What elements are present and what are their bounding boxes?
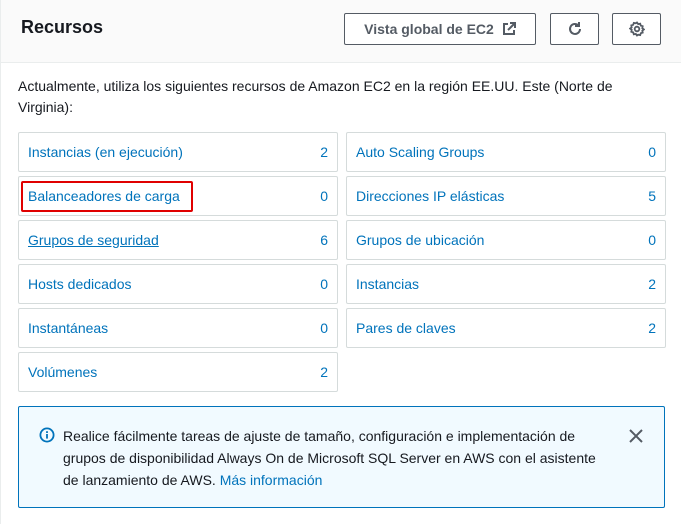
info-alert: Realice fácilmente tareas de ajuste de t… xyxy=(18,406,665,508)
gear-icon xyxy=(628,21,645,37)
resource-label[interactable]: Hosts dedicados xyxy=(28,276,132,292)
resource-label[interactable]: Direcciones IP elásticas xyxy=(356,188,504,204)
learn-more-link[interactable]: Más información xyxy=(220,472,323,488)
panel-header: Recursos Vista global de EC2 xyxy=(1,0,681,63)
resource-card-key-pairs[interactable]: Pares de claves 2 xyxy=(346,308,666,348)
resource-label[interactable]: Auto Scaling Groups xyxy=(356,144,484,160)
resource-card-dedicated-hosts[interactable]: Hosts dedicados 0 xyxy=(18,264,338,304)
resource-count[interactable]: 0 xyxy=(648,232,656,248)
resource-card-volumes[interactable]: Volúmenes 2 xyxy=(18,352,338,392)
resource-label[interactable]: Instancias xyxy=(356,276,419,292)
resource-count[interactable]: 2 xyxy=(320,364,328,380)
ec2-global-view-label: Vista global de EC2 xyxy=(364,21,494,37)
resource-count[interactable]: 2 xyxy=(320,144,328,160)
resource-label[interactable]: Instancias (en ejecución) xyxy=(28,144,183,160)
info-text-block: Realice fácilmente tareas de ajuste de t… xyxy=(63,425,603,491)
ec2-global-view-button[interactable]: Vista global de EC2 xyxy=(344,13,536,45)
resource-count[interactable]: 0 xyxy=(320,188,328,204)
resource-label[interactable]: Instantáneas xyxy=(28,320,108,336)
close-icon[interactable] xyxy=(627,427,645,445)
resource-card-instances-running[interactable]: Instancias (en ejecución) 2 xyxy=(18,132,338,172)
refresh-button[interactable] xyxy=(550,13,599,45)
resource-card-placement-groups[interactable]: Grupos de ubicación 0 xyxy=(346,220,666,260)
external-link-icon xyxy=(502,22,516,36)
settings-button[interactable] xyxy=(612,13,661,45)
resource-label[interactable]: Grupos de seguridad xyxy=(28,232,159,248)
panel-title: Recursos xyxy=(21,17,104,37)
resource-count[interactable]: 2 xyxy=(648,276,656,292)
resource-label[interactable]: Volúmenes xyxy=(28,364,97,380)
resource-label[interactable]: Pares de claves xyxy=(356,320,456,336)
resource-count[interactable]: 0 xyxy=(648,144,656,160)
resource-card-snapshots[interactable]: Instantáneas 0 xyxy=(18,308,338,348)
resource-count[interactable]: 2 xyxy=(648,320,656,336)
resource-label[interactable]: Balanceadores de carga xyxy=(28,188,180,204)
resource-label[interactable]: Grupos de ubicación xyxy=(356,232,484,248)
resource-count[interactable]: 6 xyxy=(320,232,328,248)
info-message: Realice fácilmente tareas de ajuste de t… xyxy=(63,428,596,488)
info-icon xyxy=(39,427,55,448)
resource-count[interactable]: 0 xyxy=(320,276,328,292)
resources-description: Actualmente, utiliza los siguientes recu… xyxy=(18,78,613,115)
resource-count[interactable]: 5 xyxy=(648,188,656,204)
resource-card-elastic-ips[interactable]: Direcciones IP elásticas 5 xyxy=(346,176,666,216)
resource-card-security-groups[interactable]: Grupos de seguridad 6 xyxy=(18,220,338,260)
resource-count[interactable]: 0 xyxy=(320,320,328,336)
resource-card-load-balancers[interactable]: Balanceadores de carga 0 xyxy=(18,176,338,216)
resources-panel: Recursos Vista global de EC2 Actualmente… xyxy=(0,0,681,524)
refresh-icon xyxy=(567,21,583,37)
resource-card-auto-scaling-groups[interactable]: Auto Scaling Groups 0 xyxy=(346,132,666,172)
resource-card-instances[interactable]: Instancias 2 xyxy=(346,264,666,304)
